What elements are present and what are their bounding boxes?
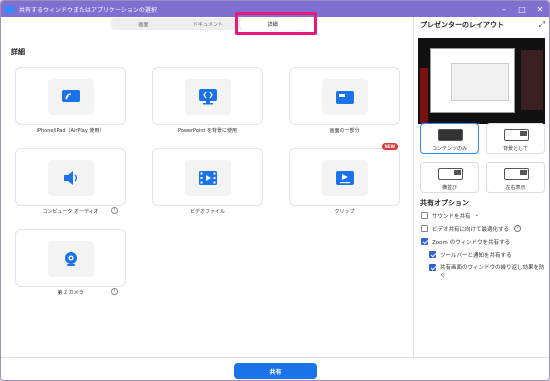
tab-highlight-box <box>235 12 317 35</box>
main-panel: 画面 ドキュメント 詳細 詳細 iPhone/iPad（AirPlay 使用） … <box>1 12 413 357</box>
layout-left-right-icon <box>504 168 529 180</box>
card-label: 画面の一部分 <box>329 128 360 134</box>
minimize-icon[interactable]: – <box>495 1 513 17</box>
screen-portion-icon <box>336 90 354 104</box>
expand-icon[interactable]: ⤢ <box>539 20 545 30</box>
layout-background-icon <box>504 129 529 141</box>
card-label: PowerPoint を背景に使用 <box>177 128 238 134</box>
layout-content-only-icon <box>438 129 463 141</box>
share-window: 共有するウィンドウまたはアプリケーションの選択 – □ ✕ 画面 ドキュメント … <box>0 0 550 381</box>
checkbox[interactable] <box>429 251 436 258</box>
tab-document[interactable]: ドキュメント <box>176 18 241 30</box>
layout-left-right[interactable]: 左右表示 <box>486 162 545 193</box>
option-label: ツールバーと通知を共有する <box>440 253 512 259</box>
layout-preview <box>418 38 545 124</box>
card-video-file[interactable]: ビデオファイル <box>152 148 263 222</box>
footer: 共有 <box>1 357 549 380</box>
airplay-icon <box>62 90 80 102</box>
layout-label: 左右表示 <box>505 185 526 191</box>
card-computer-audio[interactable]: コンピュータ オーディオ i <box>15 148 126 222</box>
option-label: ビデオ共有に向けて最適化する <box>432 227 510 233</box>
clip-icon <box>336 171 354 185</box>
webcam-icon <box>65 252 77 266</box>
option-label: Zoom のウィンドウを共有する <box>432 240 511 246</box>
layout-label: 横並び <box>441 185 457 191</box>
checkbox[interactable] <box>429 264 436 271</box>
zoom-app-icon <box>5 5 14 13</box>
layout-as-background[interactable]: 背景として <box>486 123 545 154</box>
card-airplay[interactable]: iPhone/iPad（AirPlay 使用） <box>15 67 126 141</box>
checkbox[interactable] <box>421 212 428 219</box>
info-icon[interactable]: ? <box>514 225 522 232</box>
card-second-camera[interactable]: 第 2 カメラ i <box>15 229 126 303</box>
card-screen-portion[interactable]: 画面の一部分 <box>289 67 400 141</box>
card-label: コンピュータ オーディオ <box>42 209 99 215</box>
option-prevent-repeat[interactable]: 共有画面のウィンドウの繰り返し効果を防ぐ <box>429 264 545 280</box>
checkbox[interactable] <box>421 238 428 245</box>
card-label: ビデオファイル <box>189 209 225 215</box>
card-label: クリップ <box>334 209 355 215</box>
option-label: 共有画面のウィンドウの繰り返し効果を防ぐ <box>440 265 545 279</box>
layout-panel: プレゼンターのレイアウト ⤢ コンテンツのみ 背景として 横並び 左右表示 共有… <box>414 17 549 357</box>
layout-content-only[interactable]: コンテンツのみ <box>420 123 479 154</box>
share-options-title: 共有オプション <box>420 199 469 207</box>
card-clip[interactable]: NEW クリップ <box>289 143 400 222</box>
layout-title: プレゼンターのレイアウト <box>420 21 504 29</box>
share-button[interactable]: 共有 <box>234 363 317 379</box>
video-file-icon <box>199 171 217 185</box>
card-label: iPhone/iPad（AirPlay 使用） <box>36 128 105 134</box>
maximize-icon[interactable]: □ <box>513 1 531 17</box>
layout-side-by-side-icon <box>438 168 463 180</box>
info-icon[interactable]: i <box>111 207 118 214</box>
option-share-toolbar[interactable]: ツールバーと通知を共有する <box>429 251 512 259</box>
info-icon[interactable]: i <box>111 288 118 295</box>
checkbox[interactable] <box>421 225 428 232</box>
close-icon[interactable]: ✕ <box>531 1 549 17</box>
speaker-icon <box>64 171 77 185</box>
powerpoint-background-icon <box>199 89 217 105</box>
layout-label: コンテンツのみ <box>431 146 467 152</box>
section-title: 詳細 <box>11 48 25 56</box>
option-share-sound[interactable]: サウンドを共有 ⌄ <box>421 212 479 220</box>
tab-screen[interactable]: 画面 <box>111 18 176 30</box>
chevron-down-icon[interactable]: ⌄ <box>475 212 480 218</box>
card-powerpoint-background[interactable]: PowerPoint を背景に使用 <box>152 67 263 141</box>
layout-label: 背景として <box>503 146 528 152</box>
option-label: サウンドを共有 <box>432 214 471 220</box>
layout-side-by-side[interactable]: 横並び <box>420 162 479 193</box>
card-label: 第 2 カメラ <box>57 290 84 296</box>
option-share-zoom-window[interactable]: Zoom のウィンドウを共有する <box>421 238 510 246</box>
option-optimize-video[interactable]: ビデオ共有に向けて最適化する ? <box>421 225 522 233</box>
new-badge: NEW <box>381 143 398 150</box>
